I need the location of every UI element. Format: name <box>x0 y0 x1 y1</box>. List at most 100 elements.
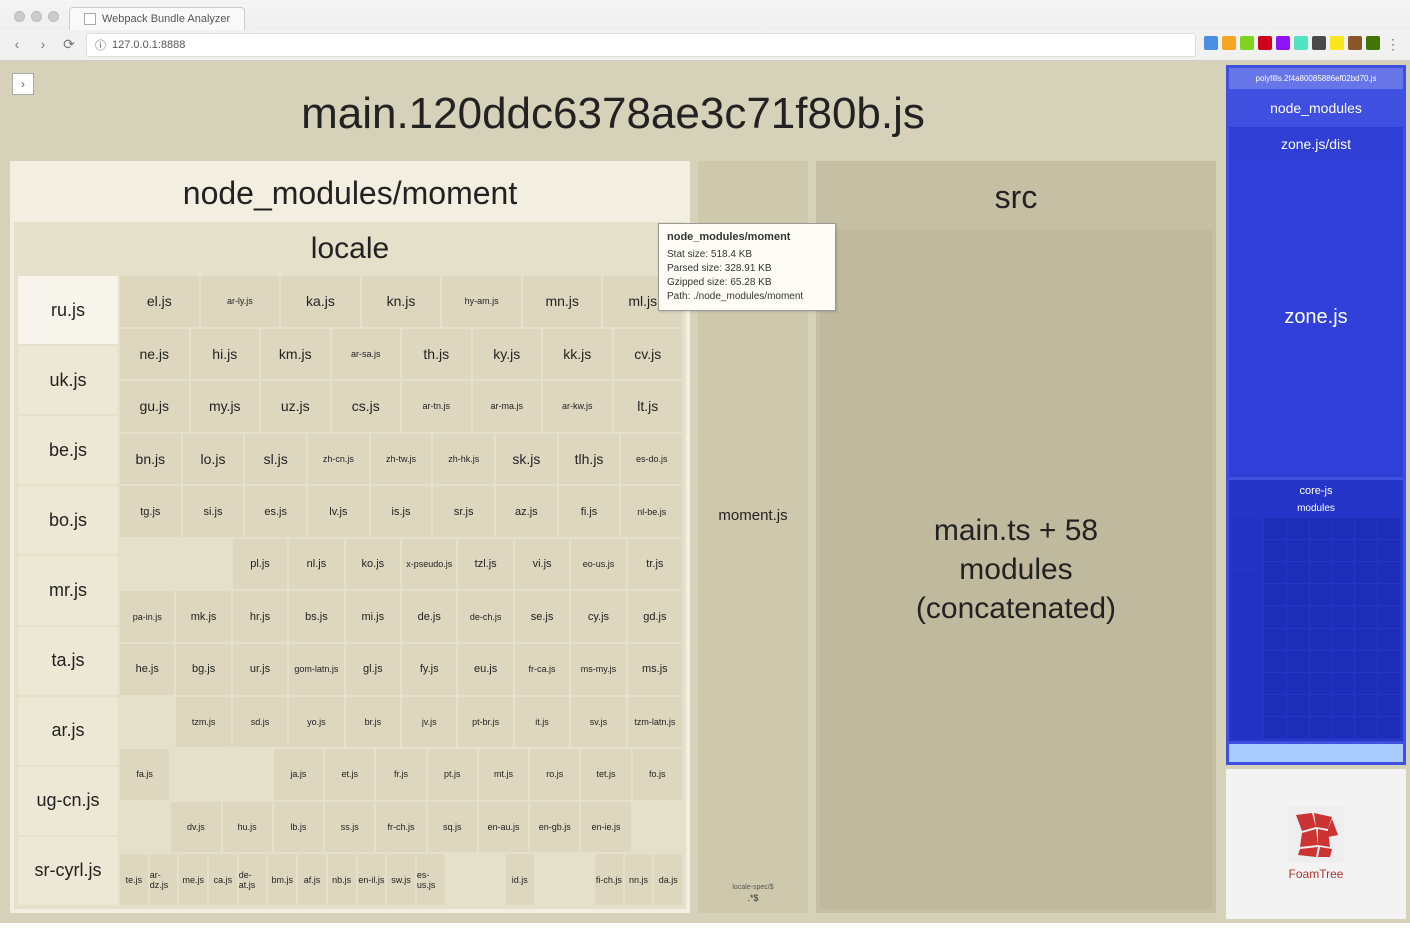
corejs-module[interactable] <box>1264 540 1286 561</box>
locale-file[interactable]: sk.js <box>496 434 557 485</box>
url-input[interactable]: ⓘ 127.0.0.1:8888 <box>86 33 1196 57</box>
locale-file[interactable]: ms.js <box>628 644 682 695</box>
locale-file[interactable]: mk.js <box>176 591 230 642</box>
corejs-module[interactable] <box>1264 584 1286 605</box>
sidebar-toggle-button[interactable]: › <box>12 73 34 95</box>
locale-file[interactable]: km.js <box>261 329 330 380</box>
locale-file[interactable]: x-pseudo.js <box>402 539 456 590</box>
locale-file[interactable]: hi.js <box>191 329 260 380</box>
extension-icon[interactable] <box>1276 36 1290 50</box>
corejs-module[interactable] <box>1378 562 1400 583</box>
locale-file[interactable]: ky.js <box>473 329 542 380</box>
corejs-module[interactable] <box>1355 717 1377 738</box>
locale-file[interactable]: ar-kw.js <box>543 381 612 432</box>
extension-icon[interactable] <box>1204 36 1218 50</box>
locale-file[interactable]: sq.js <box>428 802 477 853</box>
corejs-module[interactable] <box>1287 562 1309 583</box>
corejs-module[interactable] <box>1333 540 1355 561</box>
bundle-polyfills[interactable]: polyfills.2f4a80085886ef02bd70.js node_m… <box>1226 65 1406 765</box>
locale-file[interactable]: bs.js <box>289 591 343 642</box>
locale-file[interactable]: pa-in.js <box>120 591 174 642</box>
corejs-module[interactable] <box>1333 629 1355 650</box>
locale-file[interactable]: hu.js <box>223 802 272 853</box>
locale-file[interactable]: tr.js <box>628 539 682 590</box>
polyfills-misc[interactable] <box>1229 744 1403 762</box>
locale-file[interactable]: he.js <box>120 644 174 695</box>
locale-file[interactable]: gom-latn.js <box>289 644 343 695</box>
locale-file[interactable]: kk.js <box>543 329 612 380</box>
extension-icon[interactable] <box>1222 36 1236 50</box>
corejs-module[interactable] <box>1355 584 1377 605</box>
locale-file[interactable]: gl.js <box>346 644 400 695</box>
locale-file[interactable]: es-do.js <box>621 434 682 485</box>
locale-file[interactable]: mt.js <box>479 749 528 800</box>
locale-file[interactable]: ar-sa.js <box>332 329 401 380</box>
corejs-module[interactable] <box>1355 540 1377 561</box>
locale-file[interactable]: br.js <box>346 697 400 748</box>
minimize-window-icon[interactable] <box>31 11 42 22</box>
treemap-viewport[interactable]: › main.120ddc6378ae3c71f80b.js node_modu… <box>0 61 1410 923</box>
locale-file[interactable]: pt-br.js <box>458 697 512 748</box>
forward-button[interactable]: › <box>34 36 52 54</box>
locale-file[interactable]: bg.js <box>176 644 230 695</box>
locale-file[interactable]: hr.js <box>233 591 287 642</box>
corejs-module[interactable] <box>1264 606 1286 627</box>
corejs-module[interactable] <box>1355 518 1377 539</box>
locale-file[interactable]: ar-ma.js <box>473 381 542 432</box>
locale-file[interactable]: ro.js <box>530 749 579 800</box>
module-corejs[interactable]: core-js modules <box>1229 480 1403 741</box>
corejs-module[interactable] <box>1378 673 1400 694</box>
locale-file[interactable]: nb.js <box>328 854 356 905</box>
locale-file[interactable] <box>171 749 220 800</box>
corejs-module[interactable] <box>1355 562 1377 583</box>
corejs-module[interactable] <box>1310 651 1332 672</box>
locale-file[interactable]: id.js <box>506 854 534 905</box>
locale-file[interactable]: fa.js <box>120 749 169 800</box>
corejs-module[interactable] <box>1333 584 1355 605</box>
locale-file[interactable]: kn.js <box>362 276 441 327</box>
corejs-module[interactable] <box>1264 651 1286 672</box>
locale-file[interactable]: ja.js <box>274 749 323 800</box>
locale-file[interactable]: de-at.js <box>239 854 267 905</box>
locale-file[interactable]: fr-ca.js <box>515 644 569 695</box>
corejs-module[interactable] <box>1378 695 1400 716</box>
locale-file[interactable]: fi-ch.js <box>595 854 623 905</box>
locale-file[interactable]: mi.js <box>346 591 400 642</box>
menu-icon[interactable]: ⋮ <box>1384 36 1402 54</box>
corejs-module[interactable] <box>1378 584 1400 605</box>
locale-file[interactable] <box>476 854 504 905</box>
locale-file[interactable]: ur.js <box>233 644 287 695</box>
extension-icon[interactable] <box>1348 36 1362 50</box>
back-button[interactable]: ‹ <box>8 36 26 54</box>
corejs-module[interactable] <box>1355 651 1377 672</box>
bundle-main[interactable]: main.120ddc6378ae3c71f80b.js node_module… <box>4 65 1222 919</box>
locale-file[interactable]: sr.js <box>433 486 494 537</box>
corejs-module[interactable] <box>1287 584 1309 605</box>
locale-file[interactable]: th.js <box>402 329 471 380</box>
corejs-module[interactable] <box>1264 562 1286 583</box>
corejs-module[interactable] <box>1310 673 1332 694</box>
locale-file[interactable]: en-au.js <box>479 802 528 853</box>
corejs-module[interactable] <box>1264 717 1286 738</box>
locale-file[interactable]: zh-tw.js <box>371 434 432 485</box>
src-body[interactable]: main.ts + 58 modules (concatenated) <box>820 230 1212 909</box>
locale-file[interactable]: hy-am.js <box>442 276 521 327</box>
locale-file[interactable] <box>565 854 593 905</box>
locale-file[interactable]: et.js <box>325 749 374 800</box>
locale-file[interactable]: bo.js <box>18 486 118 554</box>
corejs-module[interactable] <box>1310 717 1332 738</box>
locale-file[interactable]: fy.js <box>402 644 456 695</box>
locale-file[interactable]: me.js <box>179 854 207 905</box>
corejs-module[interactable] <box>1378 651 1400 672</box>
locale-file[interactable]: it.js <box>515 697 569 748</box>
corejs-module[interactable] <box>1287 651 1309 672</box>
locale-file[interactable]: ms-my.js <box>571 644 625 695</box>
locale-file[interactable]: bn.js <box>120 434 181 485</box>
corejs-module[interactable] <box>1333 695 1355 716</box>
locale-file[interactable]: cs.js <box>332 381 401 432</box>
reload-button[interactable]: ⟳ <box>60 36 78 54</box>
locale-file[interactable]: sr-cyrl.js <box>18 837 118 905</box>
locale-file[interactable]: sw.js <box>387 854 415 905</box>
locale-file[interactable]: en-gb.js <box>530 802 579 853</box>
locale-file[interactable]: zh-hk.js <box>433 434 494 485</box>
